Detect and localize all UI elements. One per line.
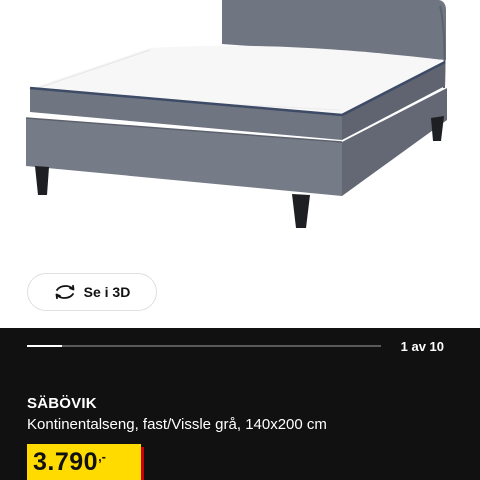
price-value: 3.790	[33, 448, 99, 476]
bed-leg	[35, 166, 49, 195]
gallery-progress-fill	[27, 345, 63, 347]
product-name[interactable]: SÄBÖVIK	[27, 395, 97, 412]
bed-leg	[431, 116, 444, 141]
product-image-area[interactable]: Se i 3D	[0, 0, 480, 328]
price-badge: 3.790 ,-	[27, 444, 141, 480]
rotate-3d-icon	[55, 284, 75, 300]
bed-leg	[292, 194, 310, 228]
product-description: Kontinentalseng, fast/Vissle grå, 140x20…	[27, 416, 327, 433]
view-in-3d-label: Se i 3D	[83, 284, 131, 300]
view-in-3d-button[interactable]: Se i 3D	[27, 273, 157, 311]
price-suffix: ,-	[98, 449, 107, 464]
gallery-progress-bar	[27, 345, 381, 347]
gallery-page-counter: 1 av 10	[400, 339, 444, 354]
